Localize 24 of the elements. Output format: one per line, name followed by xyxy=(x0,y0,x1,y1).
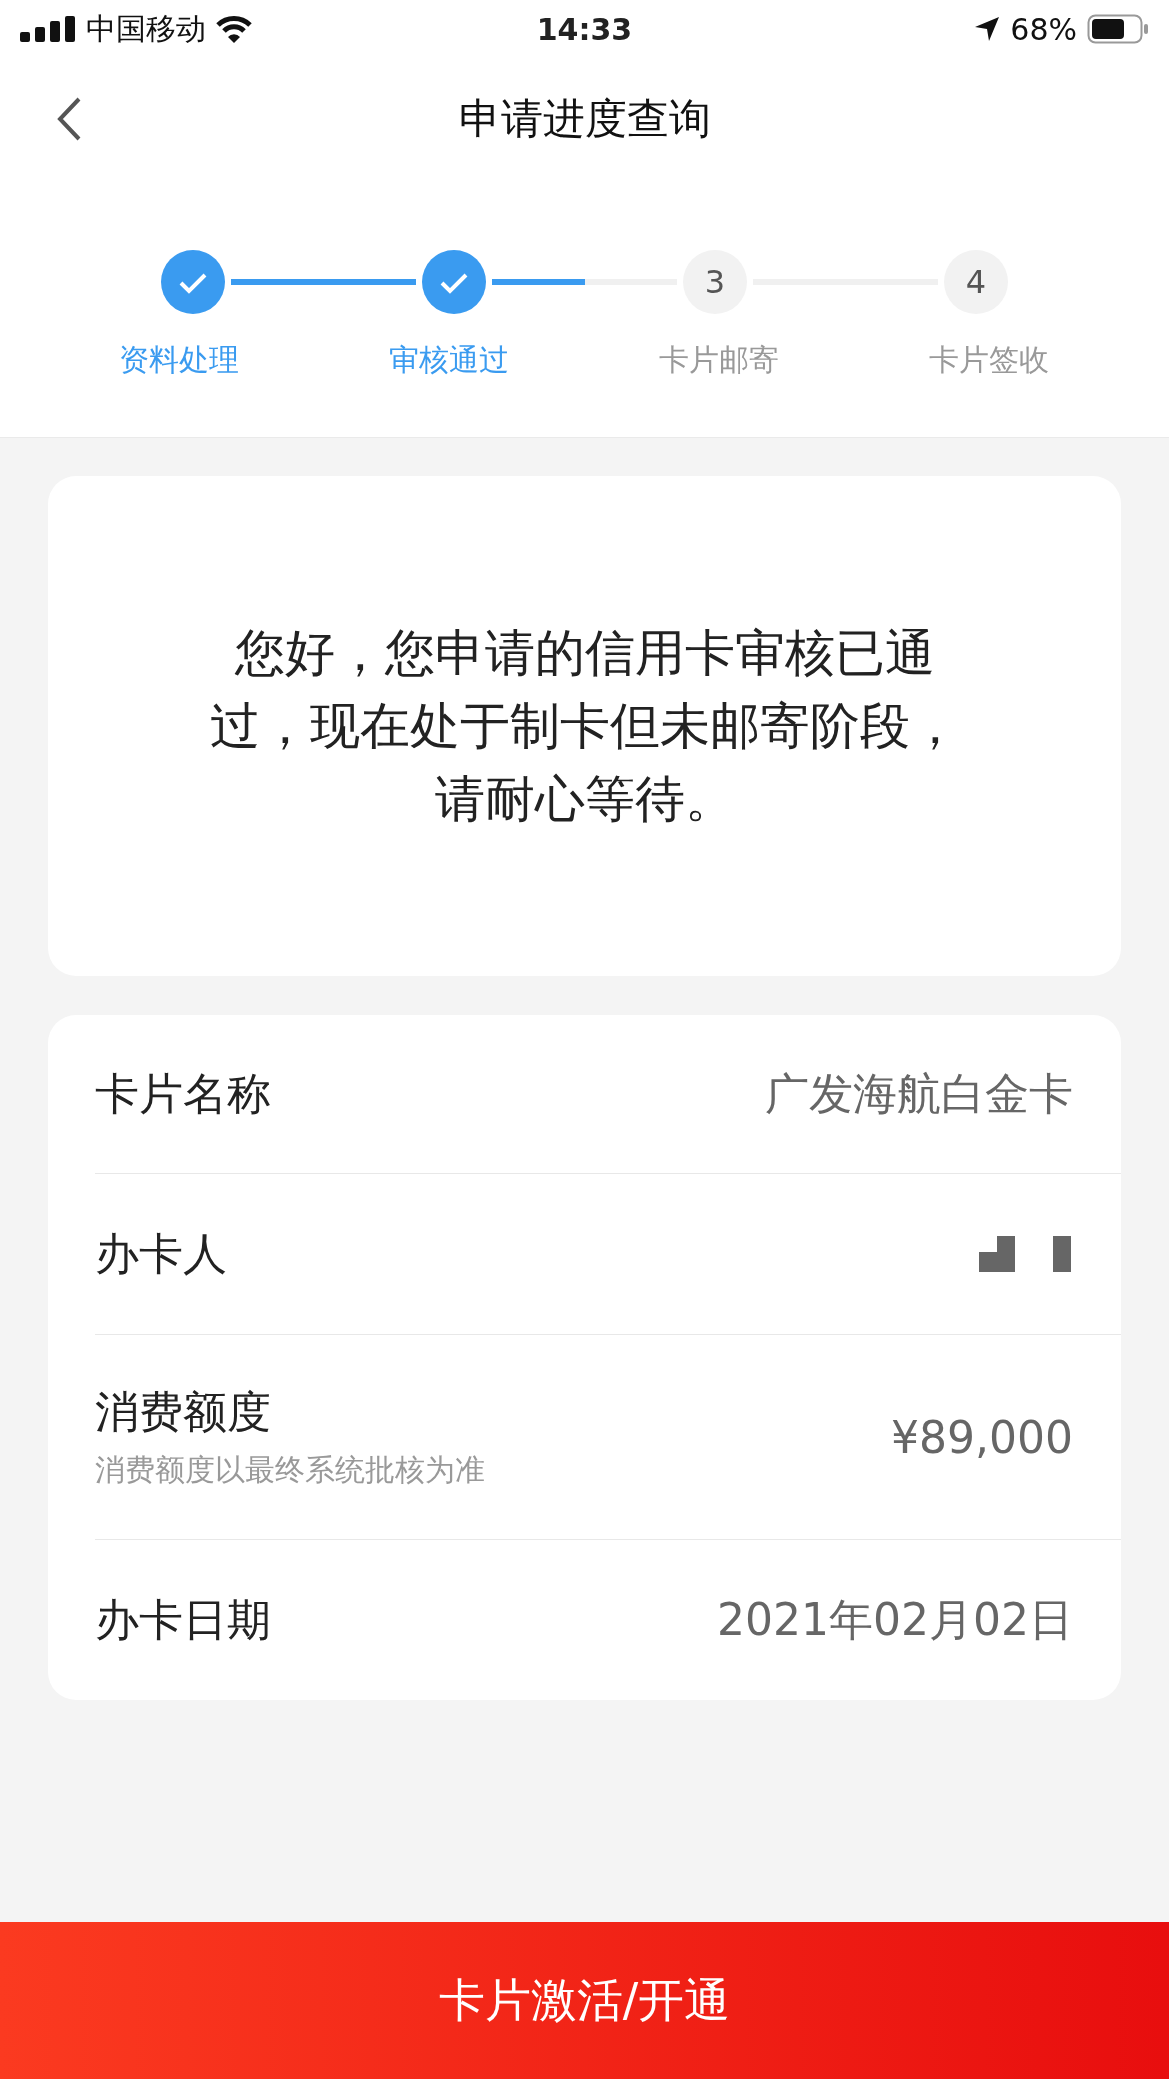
step-number: 3 xyxy=(683,250,747,314)
page-title: 申请进度查询 xyxy=(458,93,711,145)
step-label: 卡片邮寄 xyxy=(659,341,779,379)
location-arrow-icon xyxy=(974,16,1001,42)
step-label: 审核通过 xyxy=(389,341,509,379)
detail-label: 办卡日期 xyxy=(95,1592,271,1647)
wifi-icon xyxy=(216,15,252,43)
step-label: 资料处理 xyxy=(119,341,239,379)
detail-label: 办卡人 xyxy=(95,1226,227,1281)
detail-label: 卡片名称 xyxy=(95,1066,271,1121)
detail-label: 消费额度 xyxy=(95,1385,272,1439)
status-message: 您好，您申请的信用卡审核已通过，现在处于制卡但未邮寄阶段，请耐心等待。 xyxy=(209,622,960,830)
battery-percent: 68% xyxy=(1010,11,1077,47)
detail-value: 2021年02月02日 xyxy=(717,1592,1073,1647)
detail-value: ¥89,000 xyxy=(891,1411,1073,1463)
step-number: 4 xyxy=(944,250,1008,314)
detail-note: 消费额度以最终系统批核为准 xyxy=(95,1451,485,1489)
detail-value: 广发海航白金卡 xyxy=(765,1066,1073,1121)
battery-icon xyxy=(1087,14,1149,44)
clock-time: 14:33 xyxy=(535,11,634,47)
signal-icon xyxy=(20,16,76,42)
carrier-name: 中国移动 xyxy=(86,9,206,48)
activate-card-button[interactable]: 卡片激活/开通 xyxy=(0,1922,1169,2079)
step-label: 卡片签收 xyxy=(929,341,1049,379)
